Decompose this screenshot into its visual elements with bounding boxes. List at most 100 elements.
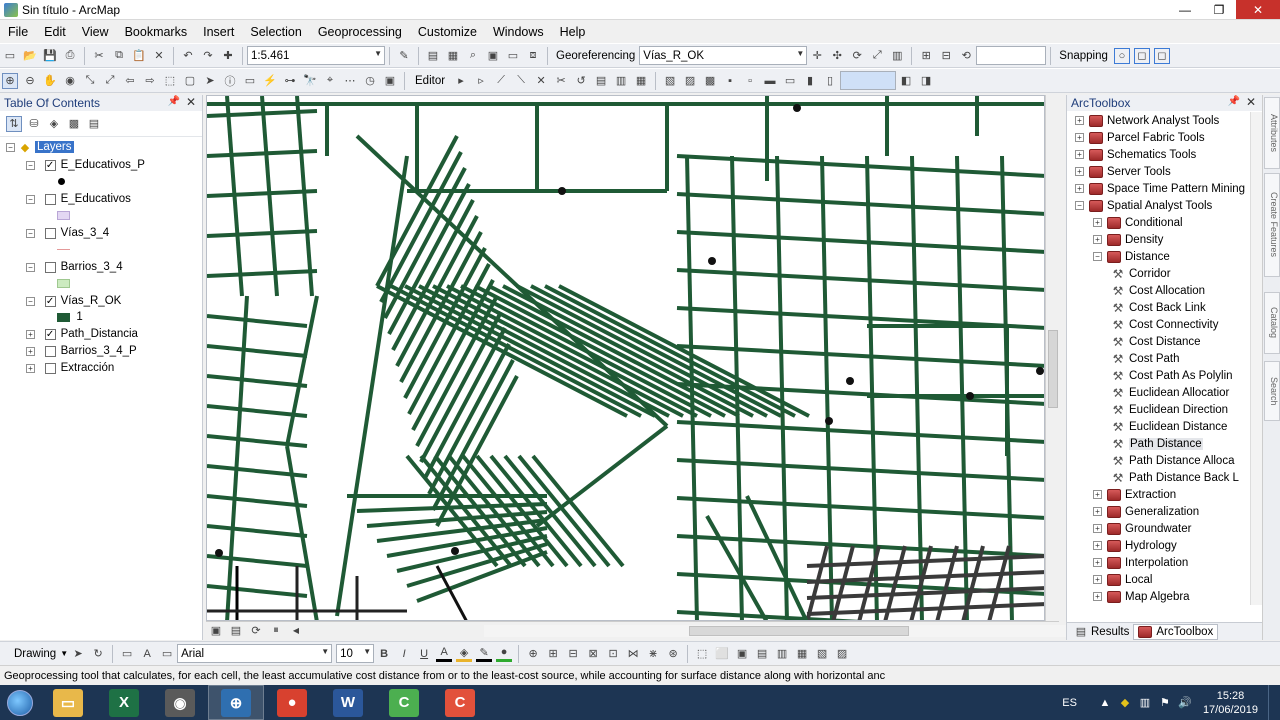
expand-icon[interactable]: +: [1075, 184, 1084, 193]
add-data-icon[interactable]: ✚: [220, 48, 236, 64]
collapse-icon[interactable]: −: [1075, 201, 1084, 210]
print-icon[interactable]: ⎙: [62, 48, 78, 64]
tool-item[interactable]: ⚒ Cost Distance: [1111, 333, 1201, 350]
tool-item[interactable]: ⚒ Euclidean Distance: [1111, 418, 1228, 435]
collapse-icon[interactable]: −: [26, 262, 35, 272]
search-dock-tab[interactable]: Search: [1264, 361, 1280, 421]
list-by-source-icon[interactable]: ⛁: [26, 116, 42, 132]
toolbox-item[interactable]: + Generalization: [1093, 503, 1199, 520]
scroll-left-icon[interactable]: ◀: [288, 623, 304, 639]
edit-tool-icon[interactable]: ▸: [453, 73, 469, 89]
taskbar-chrome[interactable]: ●: [264, 685, 320, 720]
attributes-icon[interactable]: ▤: [593, 73, 609, 89]
tab-results[interactable]: ▤ Results: [1067, 624, 1133, 640]
catalog-icon[interactable]: ▦: [445, 48, 461, 64]
toolbox-item[interactable]: − Distance: [1093, 248, 1170, 265]
edge-snapping-icon[interactable]: ◻: [1153, 47, 1170, 64]
effects-icon-3[interactable]: ▩: [702, 73, 718, 89]
close-icon[interactable]: ✕: [186, 95, 196, 109]
editor-toolbar-icon[interactable]: ✎: [396, 48, 412, 64]
list-by-selection-icon[interactable]: ▩: [66, 116, 82, 132]
line-color-icon[interactable]: ✎: [476, 646, 493, 662]
end-snapping-icon[interactable]: ◻: [1133, 47, 1150, 64]
pin-icon[interactable]: 📌: [1228, 96, 1240, 107]
georef-icon-13[interactable]: ▥: [774, 646, 790, 662]
close-icon[interactable]: ✕: [1246, 95, 1256, 109]
data-view-icon[interactable]: ▤: [228, 623, 244, 639]
menu-edit[interactable]: Edit: [36, 25, 74, 39]
point-snapping-icon[interactable]: ○: [1113, 47, 1130, 64]
layer-visibility-checkbox[interactable]: ✓: [44, 295, 56, 307]
georef-icon-8[interactable]: ⊛: [665, 646, 681, 662]
toolbox-item[interactable]: + Local: [1093, 571, 1153, 588]
rotate-icon[interactable]: ⟳: [849, 48, 865, 64]
menu-windows[interactable]: Windows: [485, 25, 552, 39]
layer-path-distancia[interactable]: + ✓ Path_Distancia: [26, 326, 138, 342]
taskbar-arcgis-pro[interactable]: ◉: [152, 685, 208, 720]
toolbox-item[interactable]: + Density: [1093, 231, 1163, 248]
tool-item[interactable]: ⚒ Corridor: [1111, 265, 1171, 282]
trace-icon[interactable]: ⟍: [513, 73, 529, 89]
close-button[interactable]: ✕: [1236, 0, 1280, 19]
georef-icon-1[interactable]: ⊕: [525, 646, 541, 662]
collapse-icon[interactable]: −: [1093, 252, 1102, 261]
layer-e-educativos-p[interactable]: − ✓ E_Educativos_P: [26, 157, 145, 173]
layout-icon[interactable]: ⊞: [918, 48, 934, 64]
bold-icon[interactable]: B: [376, 646, 392, 662]
toolbox-item[interactable]: + Conditional: [1093, 214, 1183, 231]
taskbar-word[interactable]: W: [320, 685, 376, 720]
refresh-view-icon[interactable]: ⟳: [248, 623, 264, 639]
show-hidden-icons-icon[interactable]: ▲: [1097, 695, 1113, 711]
create-features-dock-tab[interactable]: Create Features: [1264, 173, 1280, 277]
fill-color-icon[interactable]: ◈: [456, 646, 473, 662]
menu-help[interactable]: Help: [552, 25, 594, 39]
split-tool-icon[interactable]: ✂: [553, 73, 569, 89]
georef-icon-12[interactable]: ▤: [754, 646, 770, 662]
georef-icon-3[interactable]: ⊟: [565, 646, 581, 662]
expand-icon[interactable]: +: [1075, 167, 1084, 176]
volume-icon[interactable]: 🔊: [1177, 695, 1193, 711]
expand-icon[interactable]: +: [1093, 558, 1102, 567]
select-elements-icon[interactable]: ➤: [70, 646, 86, 662]
font-color-icon[interactable]: A: [436, 646, 453, 662]
layer-visibility-checkbox[interactable]: [44, 261, 56, 273]
collapse-icon[interactable]: −: [26, 194, 35, 204]
layer-extraccion[interactable]: + Extracción: [26, 360, 114, 376]
point-icon[interactable]: ✕: [533, 73, 549, 89]
toolbox-item[interactable]: + Extraction: [1093, 486, 1176, 503]
toolbox-item[interactable]: + Server Tools: [1075, 163, 1171, 180]
open-icon[interactable]: 📂: [22, 48, 38, 64]
georef-icon-15[interactable]: ▧: [814, 646, 830, 662]
expand-icon[interactable]: +: [26, 329, 35, 339]
effects-icon-10[interactable]: ◧: [898, 73, 914, 89]
maximize-button[interactable]: ❐: [1202, 0, 1236, 19]
copy-icon[interactable]: ⧉: [111, 48, 127, 64]
collapse-icon[interactable]: −: [26, 228, 35, 238]
toolbox-item[interactable]: + Parcel Fabric Tools: [1075, 129, 1205, 146]
tray-flag-icon[interactable]: ⚑: [1157, 695, 1173, 711]
language-indicator[interactable]: ES: [1062, 697, 1077, 709]
layer-name[interactable]: Path_Distancia: [61, 328, 138, 340]
georef-icon-7[interactable]: ⋇: [645, 646, 661, 662]
fixed-zoom-in-icon[interactable]: ⤡: [82, 73, 98, 89]
layer-name[interactable]: Barrios_3_4: [61, 261, 123, 273]
layer-name[interactable]: Extracción: [61, 362, 115, 374]
layer-vias-r-ok[interactable]: − ✓ Vías_R_OK: [26, 293, 121, 309]
marker-color-icon[interactable]: ●: [496, 646, 513, 662]
scroll-thumb[interactable]: [1048, 330, 1058, 408]
italic-icon[interactable]: I: [396, 646, 412, 662]
arctoolbox-icon[interactable]: ▣: [485, 48, 501, 64]
collapse-icon[interactable]: −: [6, 142, 15, 152]
layer-barrios-3-4-p[interactable]: + Barrios_3_4_P: [26, 343, 137, 359]
menu-bookmarks[interactable]: Bookmarks: [117, 25, 196, 39]
snapping-menu[interactable]: Snapping: [1059, 50, 1108, 62]
collapse-icon[interactable]: −: [26, 160, 35, 170]
forward-extent-icon[interactable]: ⇨: [142, 73, 158, 89]
add-control-points-icon[interactable]: ✛: [809, 48, 825, 64]
html-popup-icon[interactable]: ▭: [242, 73, 258, 89]
layer-name[interactable]: Vías_R_OK: [61, 295, 122, 307]
georef-icon-4[interactable]: ⊠: [585, 646, 601, 662]
straight-segment-icon[interactable]: ⟋: [493, 73, 509, 89]
go-to-xy-icon[interactable]: ⋯: [342, 73, 358, 89]
table-of-contents-icon[interactable]: ▤: [425, 48, 441, 64]
